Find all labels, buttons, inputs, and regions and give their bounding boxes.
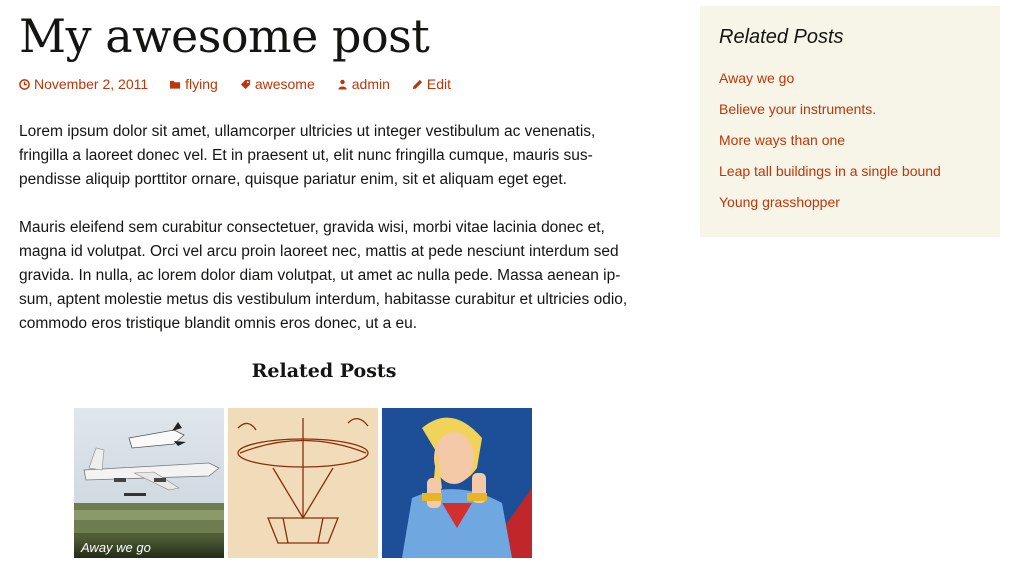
- post-main: My awesome post November 2, 2011 flying …: [19, 8, 629, 382]
- space-shuttle-photo: [74, 408, 224, 558]
- author-label: admin: [351, 76, 390, 92]
- tag-icon: [240, 79, 250, 89]
- superhero-illustration-image: [382, 408, 532, 558]
- sidebar-related-link[interactable]: Away we go: [719, 63, 981, 94]
- sidebar-related-list: Away we go Believe your instruments. Mor…: [719, 63, 981, 218]
- sidebar-related-link[interactable]: Young grasshopper: [719, 187, 981, 218]
- related-posts-heading: Related Posts: [251, 360, 397, 382]
- related-posts-thumbnails: Away we go: [74, 408, 532, 558]
- post-paragraph: Lorem ipsum dolor sit amet, ullamcorper …: [19, 123, 596, 188]
- category-link[interactable]: flying: [170, 76, 218, 92]
- pencil-icon: [412, 79, 422, 89]
- tag-label: awesome: [254, 76, 315, 92]
- post-date-link[interactable]: November 2, 2011: [19, 76, 148, 92]
- post-meta: November 2, 2011 flying awesome admin Ed…: [19, 76, 629, 92]
- user-icon: [338, 79, 347, 90]
- sidebar-related-link[interactable]: Leap tall buildings in a single bound: [719, 156, 981, 187]
- folder-icon: [170, 80, 181, 89]
- category-label: flying: [185, 76, 218, 92]
- helicopter-sketch-image: [228, 408, 378, 558]
- edit-link[interactable]: Edit: [412, 76, 451, 92]
- clock-icon: [19, 78, 30, 90]
- related-thumb-shuttle[interactable]: Away we go: [74, 408, 224, 558]
- related-thumb-superhero[interactable]: [382, 408, 532, 558]
- post-date: November 2, 2011: [34, 76, 149, 92]
- edit-label: Edit: [426, 76, 452, 92]
- sidebar-widget-title: Related Posts: [719, 26, 844, 48]
- tag-link[interactable]: awesome: [240, 76, 315, 92]
- thumb-caption: Away we go: [74, 537, 224, 558]
- sidebar-related-link[interactable]: More ways than one: [719, 125, 981, 156]
- related-thumb-sketch[interactable]: [228, 408, 378, 558]
- sidebar-related-link[interactable]: Believe your instruments.: [719, 94, 981, 125]
- post-paragraph: Mauris eleifend sem curabitur consectetu…: [19, 219, 628, 332]
- sidebar-related-posts-widget: Related Posts Away we go Believe your in…: [700, 6, 1000, 237]
- post-content: Lorem ipsum dolor sit amet, ullamcorper …: [19, 120, 629, 336]
- post-title: My awesome post: [19, 9, 430, 63]
- author-link[interactable]: admin: [337, 76, 390, 92]
